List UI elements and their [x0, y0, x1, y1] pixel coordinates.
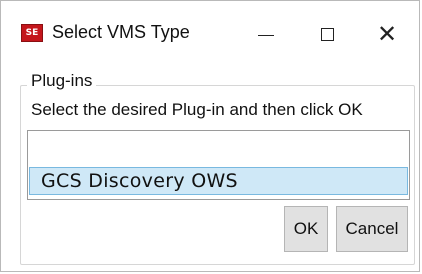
- instruction-text: Select the desired Plug-in and then clic…: [31, 100, 363, 119]
- window-title: Select VMS Type: [52, 22, 190, 42]
- close-icon: ✕: [376, 20, 398, 48]
- plugin-listbox[interactable]: GCS Discovery OWS: [27, 130, 410, 200]
- cancel-button[interactable]: Cancel: [336, 206, 408, 252]
- maximize-button[interactable]: [304, 11, 350, 57]
- groupbox-label: Plug-ins: [27, 71, 97, 91]
- minimize-icon: [258, 34, 274, 36]
- title-bar[interactable]: SE Select VMS Type ✕: [1, 1, 419, 63]
- maximize-icon: [320, 27, 334, 41]
- minimize-button[interactable]: [243, 11, 289, 57]
- close-button[interactable]: ✕: [364, 11, 410, 57]
- ok-button[interactable]: OK: [284, 206, 328, 252]
- list-item[interactable]: GCS Discovery OWS: [29, 167, 408, 195]
- app-icon: SE: [21, 24, 43, 42]
